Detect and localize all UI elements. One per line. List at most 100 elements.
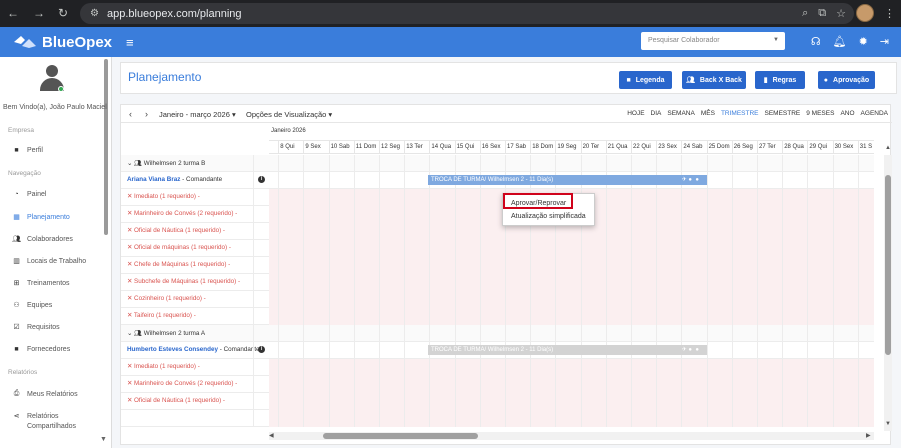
view-options-dropdown[interactable]: Opções de Visualização ▾ xyxy=(246,110,332,119)
event-bar[interactable]: TROCA DE TURMA/ Wilhelmsen 2 - 11 Dia(s)… xyxy=(428,345,707,355)
grid-line xyxy=(731,189,733,206)
grid-line xyxy=(505,393,506,410)
grid-line xyxy=(353,155,355,172)
sidebar-scrollbar[interactable] xyxy=(104,59,108,235)
grid-line xyxy=(731,359,733,376)
grid-line xyxy=(353,172,355,189)
view-tab[interactable]: DIA xyxy=(651,110,662,117)
calendar-vertical-scrollbar[interactable]: ▲ ▼ xyxy=(884,145,892,431)
sidebar-item-label: Treinamentos xyxy=(27,279,70,287)
view-tab[interactable]: AGENDA xyxy=(861,110,888,117)
logout-icon[interactable]: ⇥ xyxy=(880,35,889,48)
day-header-cell: 17 Sab xyxy=(505,141,530,153)
regras-button[interactable]: ▮ Regras xyxy=(755,71,805,89)
event-action-icons[interactable]: ✈ ● ● xyxy=(682,345,699,355)
legenda-button[interactable]: ■ Legenda xyxy=(619,71,672,89)
hamburger-menu-icon[interactable]: ≡ xyxy=(126,35,134,50)
view-tab[interactable]: MÊS xyxy=(701,110,715,117)
brand-logo[interactable]: BlueOpex xyxy=(12,34,112,51)
event-action-icons[interactable]: ✈ ● ● xyxy=(682,175,699,185)
grid-line xyxy=(479,257,481,274)
sidebar-scroll-down-icon[interactable]: ▼ xyxy=(100,436,107,443)
menu-item-atualizacao-simplificada[interactable]: Atualização simplificada xyxy=(503,210,596,224)
sidebar-item-label: Locais de Trabalho xyxy=(27,257,87,265)
back-icon[interactable]: ← xyxy=(4,6,22,20)
sidebar-item-perfil[interactable]: ■ Perfil xyxy=(12,147,43,154)
grid-line xyxy=(530,376,532,393)
scroll-up-icon[interactable]: ▲ xyxy=(885,145,891,151)
grid-line xyxy=(479,240,481,257)
requirement-label: ✕ Imediato (1 requerido) - xyxy=(127,363,200,370)
sidebar-item-requisitos[interactable]: ☑ Requisitos xyxy=(12,323,59,332)
collaborator-search-select[interactable]: Pesquisar Colaborador ▼ xyxy=(641,32,785,50)
view-tab[interactable]: HOJE xyxy=(627,110,644,117)
person-label[interactable]: Humberto Esteves Consendey - Comandante xyxy=(127,346,260,353)
person-row[interactable]: Humberto Esteves Consendey - Comandante … xyxy=(121,342,874,359)
grid-line xyxy=(328,325,330,342)
sidebar-item-fornecedores[interactable]: ■ Fornecedores xyxy=(12,346,70,353)
bell-icon[interactable]: 🔔︎ xyxy=(833,35,847,48)
sidebar-item-equipes[interactable]: ⚇ Equipes xyxy=(12,301,52,310)
view-tab[interactable]: 9 MESES xyxy=(806,110,834,117)
calendar-horizontal-scrollbar[interactable]: ◀ ▶ xyxy=(269,432,874,440)
zoom-icon[interactable]: ⌕ xyxy=(802,7,808,20)
person-row[interactable]: Ariana Viana Braz - Comandante i TROCA D… xyxy=(121,172,874,189)
view-tab[interactable]: SEMANA xyxy=(667,110,694,117)
next-arrow-icon[interactable]: › xyxy=(145,109,148,119)
sidebar-item-planejamento[interactable]: ▦ Planejamento xyxy=(12,213,70,222)
vertical-scroll-thumb[interactable] xyxy=(885,175,891,355)
day-header-cell: 27 Ter xyxy=(757,141,782,153)
view-tab[interactable]: ANO xyxy=(840,110,854,117)
aprovacao-button[interactable]: ● Aprovação xyxy=(818,71,875,89)
view-tab[interactable]: SEMESTRE xyxy=(765,110,801,117)
group-row[interactable]: ⌄ 👥︎ Wilhelmsen 2 turma B xyxy=(121,155,874,172)
date-range-selector[interactable]: Janeiro - março 2026 ▾ xyxy=(159,110,236,119)
grid-line xyxy=(505,308,506,325)
grid-line xyxy=(479,291,481,308)
page-title: Planejamento xyxy=(128,70,202,84)
scroll-right-icon[interactable]: ▶ xyxy=(866,432,871,439)
info-icon[interactable]: i xyxy=(258,346,265,353)
sidebar-item-painel[interactable]: ◔ Painel xyxy=(12,191,46,198)
bookmark-star-icon[interactable]: ☆ xyxy=(836,7,846,20)
sidebar-item-relatorios-compartilhados[interactable]: ⋖ Relatórios xyxy=(12,412,59,421)
address-bar[interactable]: ⚙ app.blueopex.com/planning xyxy=(80,3,854,24)
grid-line xyxy=(479,393,481,410)
profile-avatar[interactable] xyxy=(856,4,874,22)
site-settings-icon[interactable]: ⚙ xyxy=(90,8,99,19)
sidebar-item-locais[interactable]: ▥ Locais de Trabalho xyxy=(12,257,87,266)
person-label[interactable]: Ariana Viana Braz - Comandante xyxy=(127,176,222,183)
grid-line xyxy=(328,393,330,410)
url-text[interactable]: app.blueopex.com/planning xyxy=(107,8,242,20)
sidebar-item-meus-relatorios[interactable]: ⎙ Meus Relatórios xyxy=(12,390,78,398)
menu-dots-icon[interactable]: ⋮ xyxy=(884,7,895,20)
sidebar-item-colaboradores[interactable]: 👥︎ Colaboradores xyxy=(12,235,73,244)
grid-line xyxy=(605,240,607,257)
grid-line xyxy=(555,257,557,274)
requirement-row: ✕ Marinheiro de Convés (2 requerido) - xyxy=(121,376,874,393)
grid-line xyxy=(278,376,280,393)
grid-line xyxy=(479,325,481,342)
group-row[interactable]: ⌄ 👥︎ Wilhelmsen 2 turma A xyxy=(121,325,874,342)
install-icon[interactable]: ⧉ xyxy=(818,7,826,20)
prev-arrow-icon[interactable]: ‹ xyxy=(129,109,132,119)
support-icon[interactable]: ☊ xyxy=(811,35,821,48)
grid-line xyxy=(353,240,355,257)
horizontal-scroll-thumb[interactable] xyxy=(323,433,478,439)
grid-line xyxy=(253,291,254,308)
scroll-left-icon[interactable]: ◀ xyxy=(269,432,274,439)
reload-icon[interactable]: ↻ xyxy=(54,6,72,20)
grid-line xyxy=(681,206,683,223)
grid-line xyxy=(580,257,582,274)
gear-icon[interactable]: ✹ xyxy=(859,35,868,48)
grid-line xyxy=(353,342,355,359)
grid-line xyxy=(757,342,758,359)
forward-icon[interactable]: → xyxy=(30,6,48,20)
back-x-back-button[interactable]: 👥︎ Back X Back xyxy=(682,71,746,89)
info-icon[interactable]: i xyxy=(258,176,265,183)
scroll-down-icon[interactable]: ▼ xyxy=(885,421,891,427)
event-bar[interactable]: TROCA DE TURMA/ Wilhelmsen 2 - 11 Dia(s)… xyxy=(428,175,707,185)
sidebar-item-treinamentos[interactable]: ⊞ Treinamentos xyxy=(12,279,70,288)
group-name: Wilhelmsen 2 turma B xyxy=(143,160,206,167)
view-tab[interactable]: TRIMESTRE xyxy=(721,110,759,117)
